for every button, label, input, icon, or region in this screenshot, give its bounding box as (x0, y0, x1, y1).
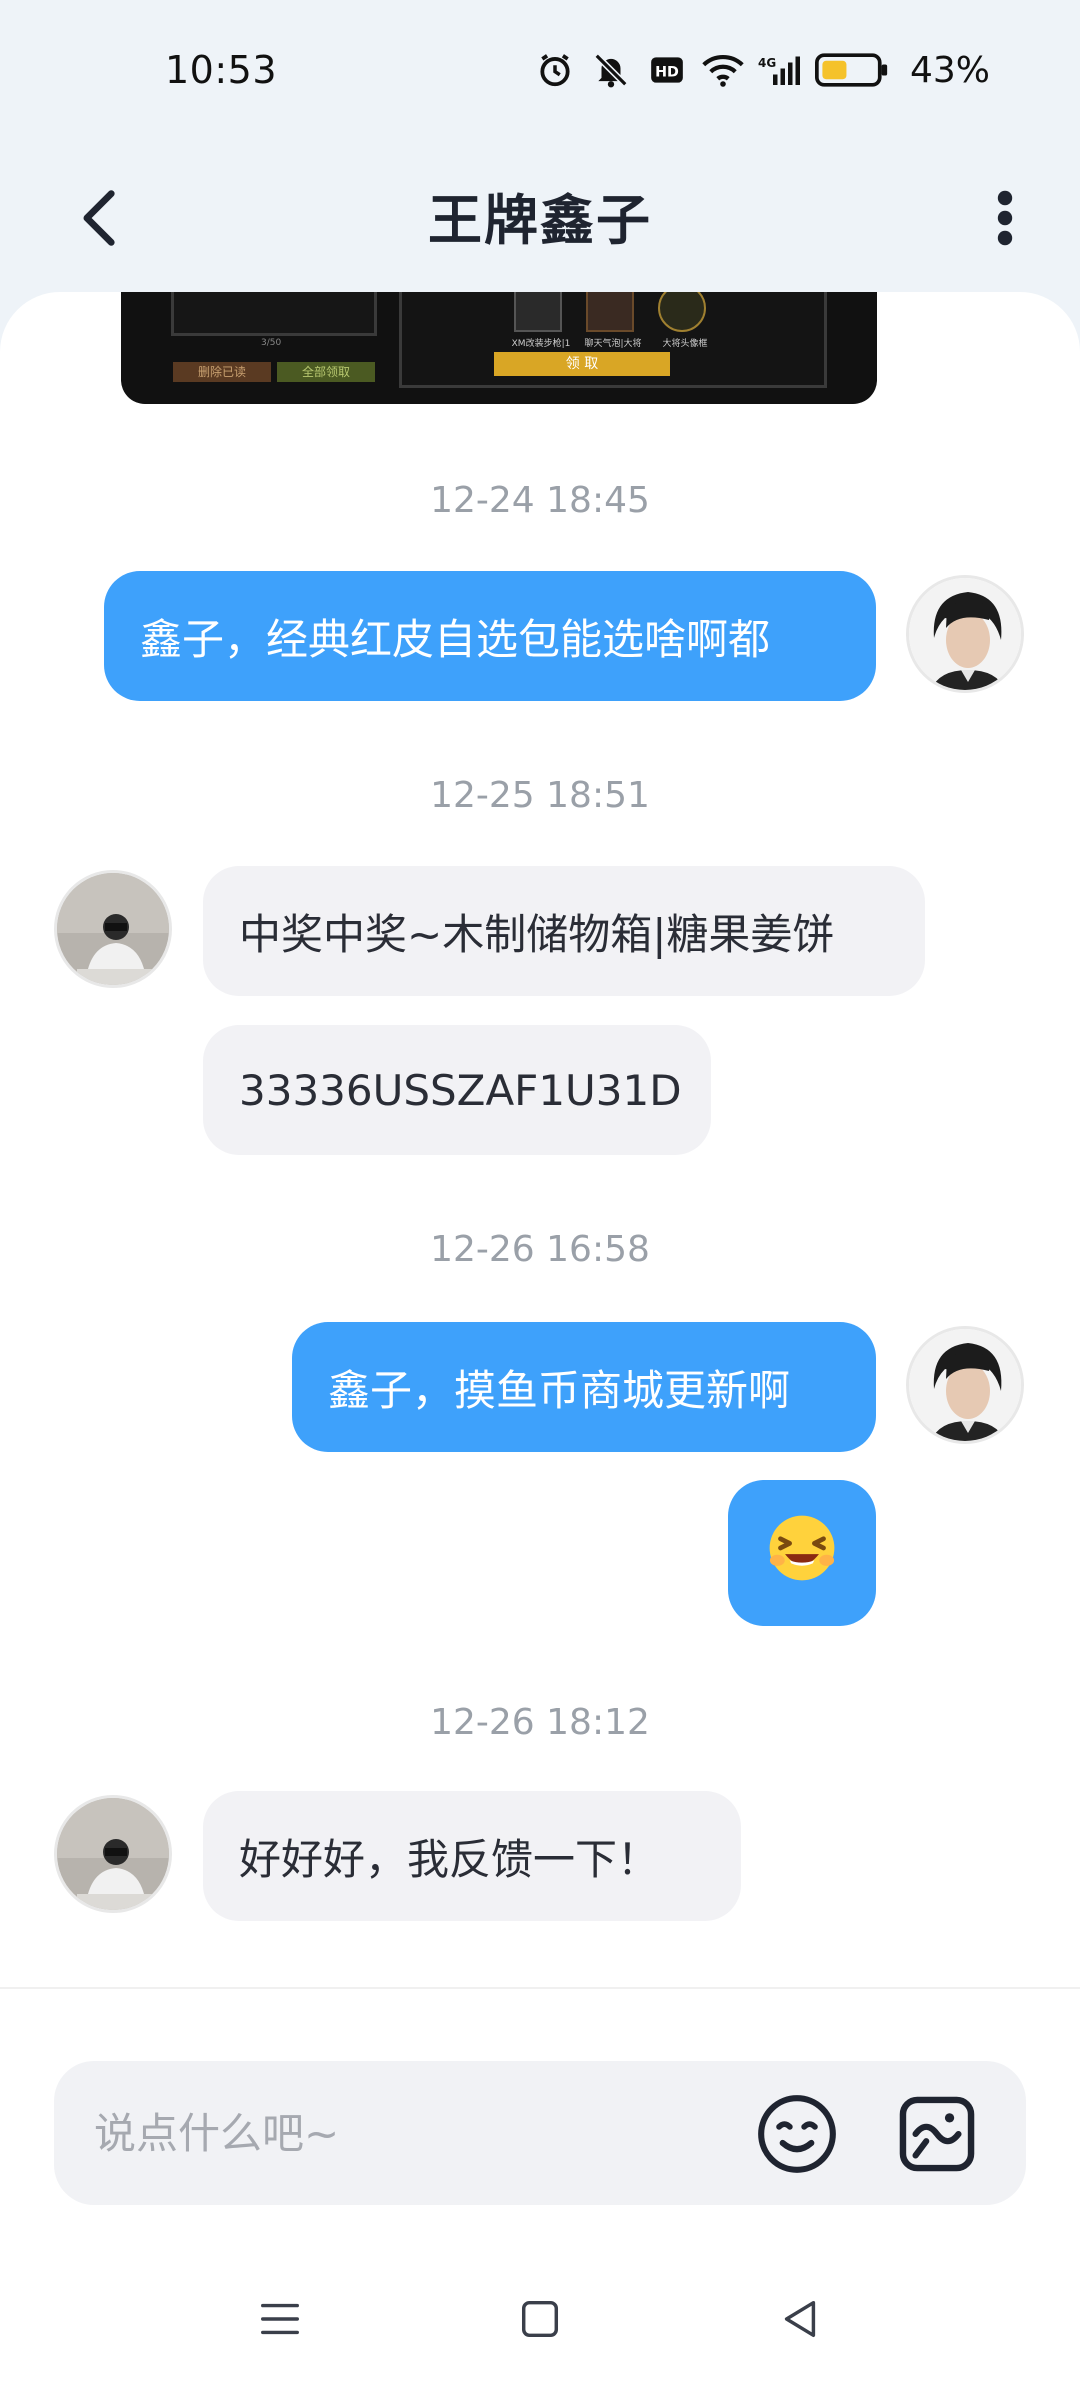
contact-avatar[interactable] (54, 1795, 172, 1913)
wifi-icon (702, 49, 744, 91)
back-nav-button[interactable] (770, 2289, 830, 2349)
incoming-message-bubble[interactable]: 好好好，我反馈一下！ (203, 1791, 741, 1921)
signal-4g-icon: 4G (758, 49, 800, 91)
alarm-icon (534, 49, 576, 91)
message-input-container[interactable] (54, 2061, 1026, 2205)
image-page-indicator: 3/50 (261, 338, 282, 348)
outgoing-emoji-bubble[interactable] (728, 1480, 876, 1626)
image-item-frame (658, 292, 706, 332)
battery-percent: 43% (909, 49, 990, 91)
laughing-face-emoji (765, 1511, 839, 1595)
chevron-left-icon (83, 190, 115, 246)
contact-portrait-icon (57, 873, 169, 985)
image-panel-left (171, 292, 377, 336)
image-item-label-3: 大将头像框 (662, 339, 708, 349)
more-vertical-icon (997, 190, 1013, 246)
menu-icon (261, 2303, 299, 2334)
mute-icon (590, 49, 632, 91)
image-panel-right: XM改装步枪|1 聊天气泡|大将 大将头像框 领 取 (399, 292, 827, 388)
status-time: 10:53 (165, 48, 278, 92)
message-timestamp: 12-24 18:45 (430, 480, 650, 521)
sticker-icon (899, 2096, 975, 2172)
chat-title: 王牌鑫子 (428, 188, 652, 252)
user-portrait-icon (909, 1329, 1021, 1441)
recent-apps-button[interactable] (250, 2289, 310, 2349)
message-timestamp: 12-26 16:58 (430, 1229, 650, 1270)
message-input[interactable] (94, 2061, 734, 2205)
chat-header: 王牌鑫子 (0, 160, 1080, 270)
outgoing-message-bubble[interactable]: 鑫子，经典红皮自选包能选啥啊都 (104, 571, 876, 701)
image-item-label-1: XM改装步枪|1 (511, 339, 571, 349)
smiley-icon (758, 2095, 836, 2173)
back-button[interactable] (70, 188, 130, 248)
my-avatar[interactable] (906, 1326, 1024, 1444)
image-item-rifle (514, 292, 562, 332)
incoming-message-bubble[interactable]: 中奖中奖~木制储物箱|糖果姜饼 (203, 866, 925, 996)
home-button[interactable] (510, 2289, 570, 2349)
image-delete-read-button: 删除已读 (173, 362, 271, 382)
image-claim-all-button: 全部领取 (277, 362, 375, 382)
outgoing-message-bubble[interactable]: 鑫子，摸鱼币商城更新啊 (292, 1322, 876, 1452)
status-bar: 10:53 HD 4G 43% (0, 0, 1080, 140)
message-list[interactable]: 3/50 删除已读 全部领取 XM改装步枪|1 聊天气泡|大将 大将头像框 领 … (0, 292, 1080, 1987)
hd-icon: HD (646, 49, 688, 91)
contact-portrait-icon (57, 1798, 169, 1910)
image-item-label-2: 聊天气泡|大将 (584, 339, 642, 349)
battery-icon (814, 49, 890, 91)
message-timestamp: 12-26 18:12 (430, 1702, 650, 1743)
my-avatar[interactable] (906, 575, 1024, 693)
composer (0, 1987, 1080, 2237)
more-options-button[interactable] (975, 188, 1035, 248)
image-claim-button: 领 取 (494, 352, 670, 376)
system-navigation-bar (0, 2237, 1080, 2400)
square-icon (521, 2300, 559, 2337)
message-timestamp: 12-25 18:51 (430, 775, 650, 816)
contact-avatar[interactable] (54, 870, 172, 988)
image-message[interactable]: 3/50 删除已读 全部领取 XM改装步枪|1 聊天气泡|大将 大将头像框 领 … (121, 292, 877, 404)
sticker-button[interactable] (894, 2091, 980, 2177)
svg-text:HD: HD (655, 64, 679, 80)
emoji-button[interactable] (754, 2091, 840, 2177)
user-portrait-icon (909, 578, 1021, 690)
triangle-back-icon (784, 2300, 816, 2337)
svg-text:4G: 4G (758, 56, 776, 70)
incoming-message-bubble[interactable]: 33336USSZAF1U31D (203, 1025, 711, 1155)
image-item-bubble (586, 292, 634, 332)
status-icons: HD 4G 43% (534, 49, 990, 91)
